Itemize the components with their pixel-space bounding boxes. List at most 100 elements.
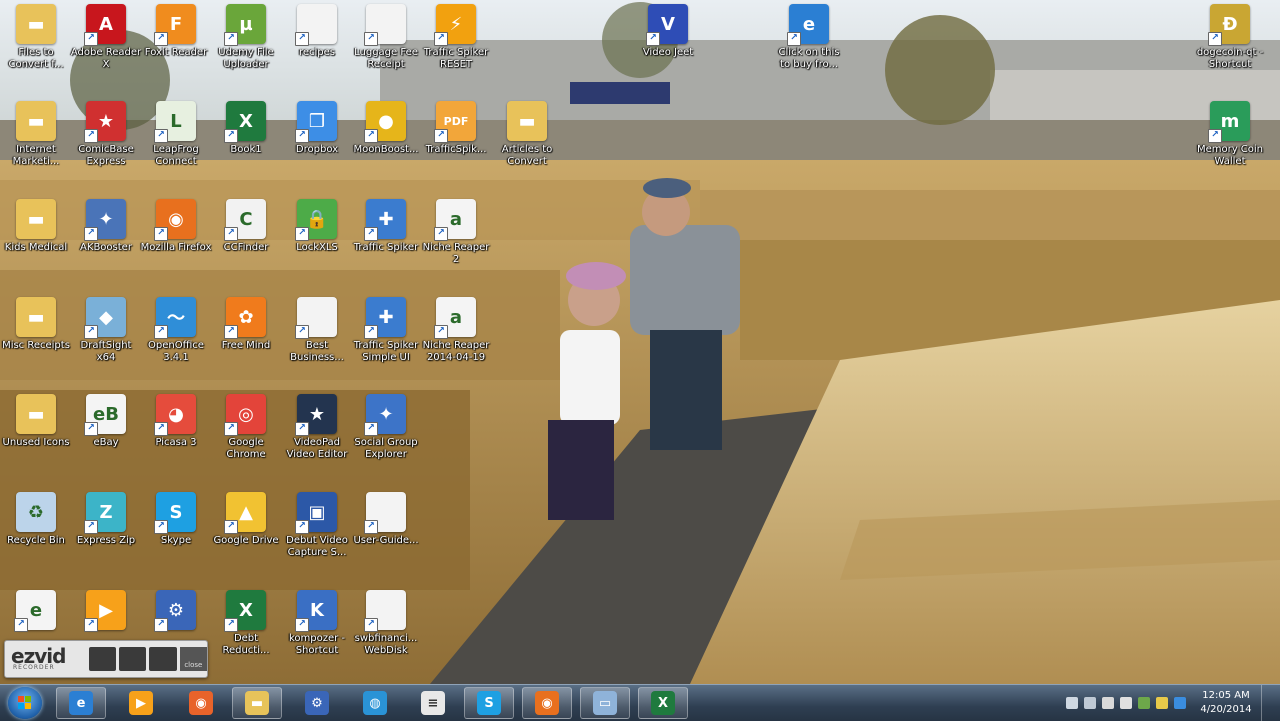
desktop-shortcut[interactable]: m ↗ Memory Coin Wallet — [1194, 97, 1266, 187]
desktop-shortcut[interactable]: ◎ ↗ Google Chrome — [210, 390, 282, 480]
shortcut-arrow-icon: ↗ — [434, 325, 448, 339]
show-hidden-icons-icon[interactable] — [1066, 697, 1078, 709]
globe-icon: ◍ — [363, 691, 387, 715]
desktop-shortcut[interactable]: µ ↗ Udemy File Uploader — [210, 0, 282, 90]
action-center-icon[interactable] — [1084, 697, 1096, 709]
desktop-shortcut[interactable]: ✿ ↗ Free Mind — [210, 293, 282, 383]
desktop-shortcut[interactable]: S ↗ Skype — [140, 488, 212, 578]
network-status-icon[interactable] — [1102, 697, 1114, 709]
shortcut-arrow-icon: ↗ — [154, 618, 168, 632]
desktop-shortcut[interactable]: ◉ ↗ Mozilla Firefox — [140, 195, 212, 285]
recorder-stop-button[interactable] — [149, 647, 177, 671]
start-button[interactable] — [8, 687, 42, 719]
desktop-shortcut[interactable]: A ↗ Adobe Reader X — [70, 0, 142, 90]
desktop-shortcut[interactable]: ↗ recipes — [281, 0, 353, 90]
tray-app-icon[interactable] — [1156, 697, 1168, 709]
desktop-shortcut[interactable]: V ↗ Video Jeet — [632, 0, 704, 90]
network-icon: ⚙ — [305, 691, 329, 715]
desktop-shortcut[interactable]: ↗ User-Guide... — [350, 488, 422, 578]
windows-logo-icon — [18, 696, 32, 710]
desktop-shortcut[interactable]: ↗ Best Business... — [281, 293, 353, 383]
taskbar-app-button[interactable]: ▶ — [116, 687, 166, 719]
taskbar-app-button[interactable]: X — [638, 687, 688, 719]
desktop-shortcut[interactable]: ↗ Luggage Fee Receipt — [350, 0, 422, 90]
taskbar-app-button[interactable]: ≡ — [408, 687, 458, 719]
shortcut-arrow-icon: ↗ — [295, 520, 309, 534]
desktop-shortcut[interactable]: ▬ Misc Receipts — [0, 293, 72, 383]
desktop-shortcut[interactable]: a ↗ Niche Reaper 2 — [420, 195, 492, 285]
desktop-shortcut-label: Free Mind — [221, 340, 271, 351]
desktop-shortcut[interactable]: 〜 ↗ OpenOffice 3.4.1 — [140, 293, 212, 383]
taskbar-app-button[interactable]: ◉ — [522, 687, 572, 719]
desktop-shortcut[interactable]: ★ ↗ ComicBase Express — [70, 97, 142, 187]
desktop-shortcut[interactable]: Z ↗ Express Zip — [70, 488, 142, 578]
desktop-shortcut[interactable]: e ↗ Click on this to buy fro... — [773, 0, 845, 90]
tray-app-icon[interactable] — [1174, 697, 1186, 709]
desktop-shortcut[interactable]: ♻ Recycle Bin — [0, 488, 72, 578]
desktop-shortcut-label: Foxit Reader — [144, 47, 208, 58]
desktop-shortcut[interactable]: ▲ ↗ Google Drive — [210, 488, 282, 578]
desktop-shortcut[interactable]: ★ ↗ VideoPad Video Editor — [281, 390, 353, 480]
volume-icon[interactable] — [1120, 697, 1132, 709]
desktop-shortcut[interactable]: ▬ Internet Marketi... — [0, 97, 72, 187]
firefox-icon: ◉ ↗ — [154, 199, 196, 241]
desktop-shortcut[interactable]: ● ↗ MoonBoost... — [350, 97, 422, 187]
desktop-shortcut[interactable]: Ð ↗ dogecoin-qt - Shortcut — [1194, 0, 1266, 90]
desktop-shortcut-label: Recycle Bin — [7, 535, 65, 546]
desktop-shortcut[interactable]: a ↗ Niche Reaper 2014-04-19 — [420, 293, 492, 383]
taskbar-app-button[interactable]: ⚙ — [292, 687, 342, 719]
desktop-shortcut[interactable]: ⚡ ↗ Traffic Spiker RESET — [420, 0, 492, 90]
desktop-shortcut[interactable]: K ↗ kompozer - Shortcut — [281, 586, 353, 676]
window-icon: ▭ — [593, 691, 617, 715]
desktop-shortcut[interactable]: PDF ↗ TrafficSpik... — [420, 97, 492, 187]
desktop-shortcut[interactable]: ↗ swbfinanci... WebDisk — [350, 586, 422, 676]
show-desktop-button[interactable] — [1261, 685, 1272, 721]
recorder-record-button[interactable] — [88, 647, 117, 671]
taskbar-clock[interactable]: 12:05 AM 4/20/2014 — [1197, 689, 1255, 717]
internet-explorer-doc-icon: e ↗ — [14, 590, 56, 632]
shortcut-arrow-icon: ↗ — [295, 32, 309, 46]
shortcut-arrow-icon: ↗ — [364, 422, 378, 436]
ezvid-recorder-widget[interactable]: ezvid RECORDER close — [4, 640, 208, 678]
desktop-shortcut[interactable]: ▬ Unused Icons — [0, 390, 72, 480]
desktop-shortcut[interactable]: ▣ ↗ Debut Video Capture S... — [281, 488, 353, 578]
desktop-shortcut-label: Adobe Reader X — [70, 47, 142, 70]
taskbar-app-button[interactable]: ▭ — [580, 687, 630, 719]
taskbar-app-button[interactable]: ◉ — [176, 687, 226, 719]
recorder-pause-button[interactable] — [119, 647, 147, 671]
desktop-shortcut[interactable]: X ↗ Book1 — [210, 97, 282, 187]
desktop-shortcut[interactable]: C ↗ CCFinder — [210, 195, 282, 285]
taskbar-app-button[interactable]: S — [464, 687, 514, 719]
desktop-shortcut[interactable]: F ↗ Foxit Reader — [140, 0, 212, 90]
desktop-shortcut[interactable]: ❒ ↗ Dropbox — [281, 97, 353, 187]
desktop-shortcut[interactable]: ▬ Kids Medical — [0, 195, 72, 285]
taskbar-app-button[interactable]: ◍ — [350, 687, 400, 719]
tray-app-icon[interactable] — [1138, 697, 1150, 709]
taskbar-app-button[interactable]: e — [56, 687, 106, 719]
shortcut-arrow-icon: ↗ — [224, 227, 238, 241]
desktop-shortcut[interactable]: ✚ ↗ Traffic Spiker — [350, 195, 422, 285]
desktop-shortcut[interactable]: ▬ Articles to Convert — [491, 97, 563, 187]
desktop-shortcut[interactable]: ◕ ↗ Picasa 3 — [140, 390, 212, 480]
desktop-shortcut[interactable]: ✚ ↗ Traffic Spiker Simple UI — [350, 293, 422, 383]
desktop-shortcut[interactable]: L ↗ LeapFrog Connect — [140, 97, 212, 187]
taskbar-app-button[interactable]: ▬ — [232, 687, 282, 719]
recorder-close-button[interactable]: close — [179, 647, 207, 671]
desktop-shortcut-label: Click on this to buy fro... — [778, 47, 840, 70]
shortcut-arrow-icon: ↗ — [84, 325, 98, 339]
desktop-shortcut[interactable]: 🔒 ↗ LockXLS — [281, 195, 353, 285]
shortcut-arrow-icon: ↗ — [364, 227, 378, 241]
desktop-shortcut[interactable]: ✦ ↗ AKBooster — [70, 195, 142, 285]
comicbase-icon: ★ ↗ — [84, 101, 126, 143]
ebay-icon: eB ↗ — [84, 394, 126, 436]
wrench-icon: ✦ ↗ — [84, 199, 126, 241]
coin-icon: ● ↗ — [364, 101, 406, 143]
desktop-shortcut[interactable]: eB ↗ eBay — [70, 390, 142, 480]
shortcut-arrow-icon: ↗ — [434, 129, 448, 143]
desktop-shortcut[interactable]: ✦ ↗ Social Group Explorer — [350, 390, 422, 480]
desktop-shortcut-label: Mozilla Firefox — [140, 242, 212, 253]
desktop-shortcut-label: recipes — [298, 47, 336, 58]
desktop-shortcut[interactable]: ▬ Files to Convert f... — [0, 0, 72, 90]
desktop-shortcut[interactable]: ◆ ↗ DraftSight x64 — [70, 293, 142, 383]
desktop-shortcut[interactable]: X ↗ Debt Reducti... — [210, 586, 282, 676]
